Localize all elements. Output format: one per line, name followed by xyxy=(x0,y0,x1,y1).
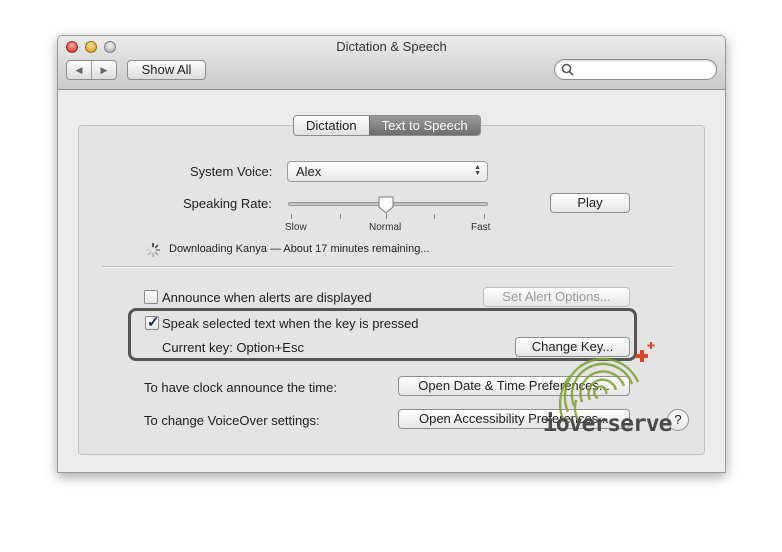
download-status: Downloading Kanya — About 17 minutes rem… xyxy=(169,243,430,255)
section-divider xyxy=(102,266,673,268)
forward-button[interactable]: ▶ xyxy=(92,61,116,79)
play-button[interactable]: Play xyxy=(550,193,630,213)
titlebar: Dictation & Speech ◀ ▶ Show All xyxy=(58,36,725,90)
search-field[interactable] xyxy=(554,59,717,80)
search-input[interactable] xyxy=(577,62,711,79)
slider-tick xyxy=(340,214,341,219)
rate-normal-label: Normal xyxy=(369,222,402,233)
watermark-text: ioverserve xyxy=(543,411,672,437)
rate-slow-label: Slow xyxy=(285,222,307,233)
select-arrows-icon: ▲ ▼ xyxy=(474,164,481,177)
rate-fast-label: Fast xyxy=(471,222,491,233)
announce-alerts-checkbox[interactable] xyxy=(144,290,158,304)
window-title: Dictation & Speech xyxy=(336,39,447,54)
show-all-button[interactable]: Show All xyxy=(127,60,206,80)
back-button[interactable]: ◀ xyxy=(67,61,92,79)
system-voice-select[interactable]: Alex ▲ ▼ xyxy=(287,161,488,182)
set-alert-options-button[interactable]: Set Alert Options... xyxy=(483,287,630,307)
clock-announce-label: To have clock announce the time: xyxy=(144,380,337,395)
tab-dictation[interactable]: Dictation xyxy=(294,116,369,135)
open-date-time-preferences-button[interactable]: Open Date & Time Preferences... xyxy=(398,376,630,396)
system-voice-value: Alex xyxy=(296,164,322,179)
voiceover-settings-label: To change VoiceOver settings: xyxy=(144,413,320,428)
slider-tick xyxy=(484,214,485,219)
spinner-icon xyxy=(145,242,161,258)
speaking-rate-slider-thumb[interactable] xyxy=(378,196,394,214)
change-key-button[interactable]: Change Key... xyxy=(515,337,630,357)
speak-selected-text-checkbox[interactable]: ✓ xyxy=(145,314,160,331)
tab-control: Dictation Text to Speech xyxy=(293,115,481,136)
checkmark-icon: ✓ xyxy=(147,314,160,331)
system-voice-label: System Voice: xyxy=(190,164,273,179)
speak-selected-text-label: Speak selected text when the key is pres… xyxy=(162,316,419,331)
preferences-window: Dictation & Speech ◀ ▶ Show All Dictatio… xyxy=(57,35,726,473)
search-icon xyxy=(561,63,574,76)
slider-tick xyxy=(386,214,387,219)
slider-tick xyxy=(434,214,435,219)
slider-tick xyxy=(291,214,292,219)
current-key-label: Current key: Option+Esc xyxy=(162,340,304,355)
tab-text-to-speech[interactable]: Text to Speech xyxy=(368,116,480,135)
announce-alerts-label: Announce when alerts are displayed xyxy=(162,290,372,305)
speaking-rate-label: Speaking Rate: xyxy=(183,196,272,211)
back-forward-control: ◀ ▶ xyxy=(66,60,117,80)
